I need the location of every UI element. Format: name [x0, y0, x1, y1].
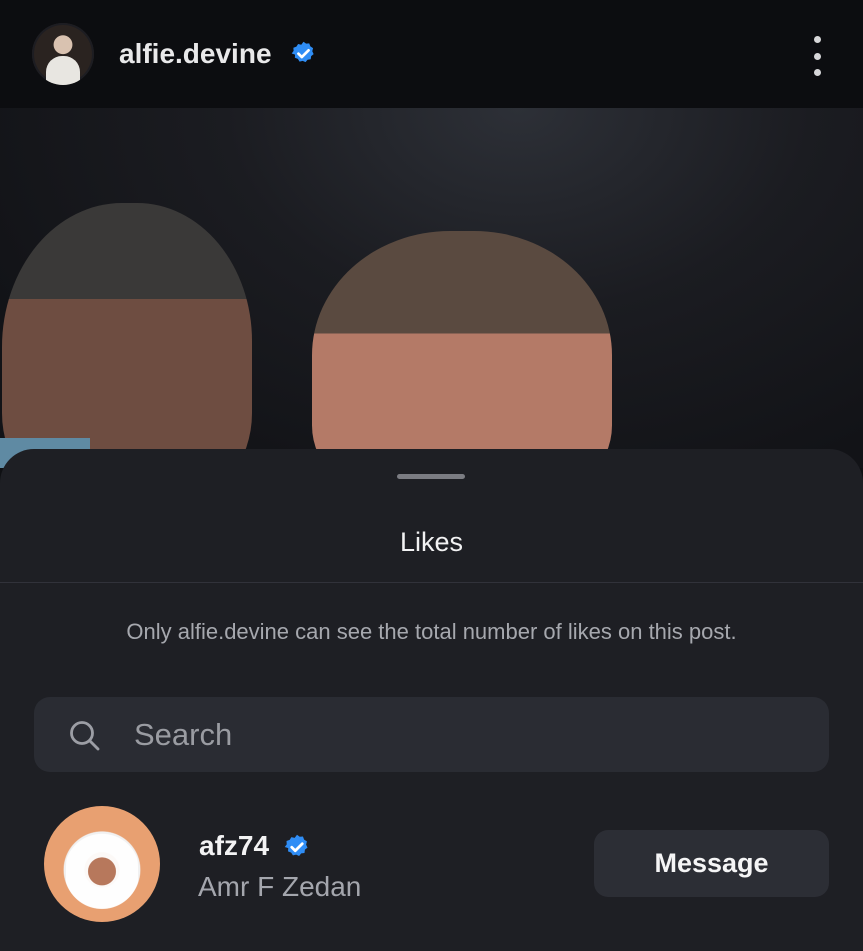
liker-username[interactable]: afz74: [199, 830, 269, 862]
photo-person-right: [312, 231, 612, 468]
verified-badge-icon: [291, 41, 314, 63]
sheet-title: Likes: [399, 527, 464, 557]
avatar[interactable]: [44, 806, 160, 922]
post-header: alfie.devine: [0, 0, 863, 108]
message-button[interactable]: Message: [594, 830, 829, 897]
sheet-drag-handle[interactable]: [397, 474, 465, 479]
photo-person-left: [2, 203, 252, 468]
likes-sheet: Likes Only alfie.devine can see the tota…: [0, 449, 863, 951]
search-icon: [70, 721, 100, 751]
post-author-username[interactable]: alfie.devine: [119, 38, 272, 70]
post-photo: [0, 108, 863, 468]
likes-visibility-notice: Only alfie.devine can see the total numb…: [126, 619, 737, 644]
verified-badge-icon: [284, 834, 308, 856]
liker-full-name: Amr F Zedan: [198, 871, 362, 902]
search-bar[interactable]: [34, 697, 829, 772]
profile-avatar[interactable]: [32, 23, 94, 85]
more-options-icon[interactable]: [806, 36, 828, 76]
search-input[interactable]: [134, 697, 814, 772]
divider: [0, 582, 863, 583]
list-item[interactable]: afz74 Amr F Zedan Message: [0, 804, 863, 926]
